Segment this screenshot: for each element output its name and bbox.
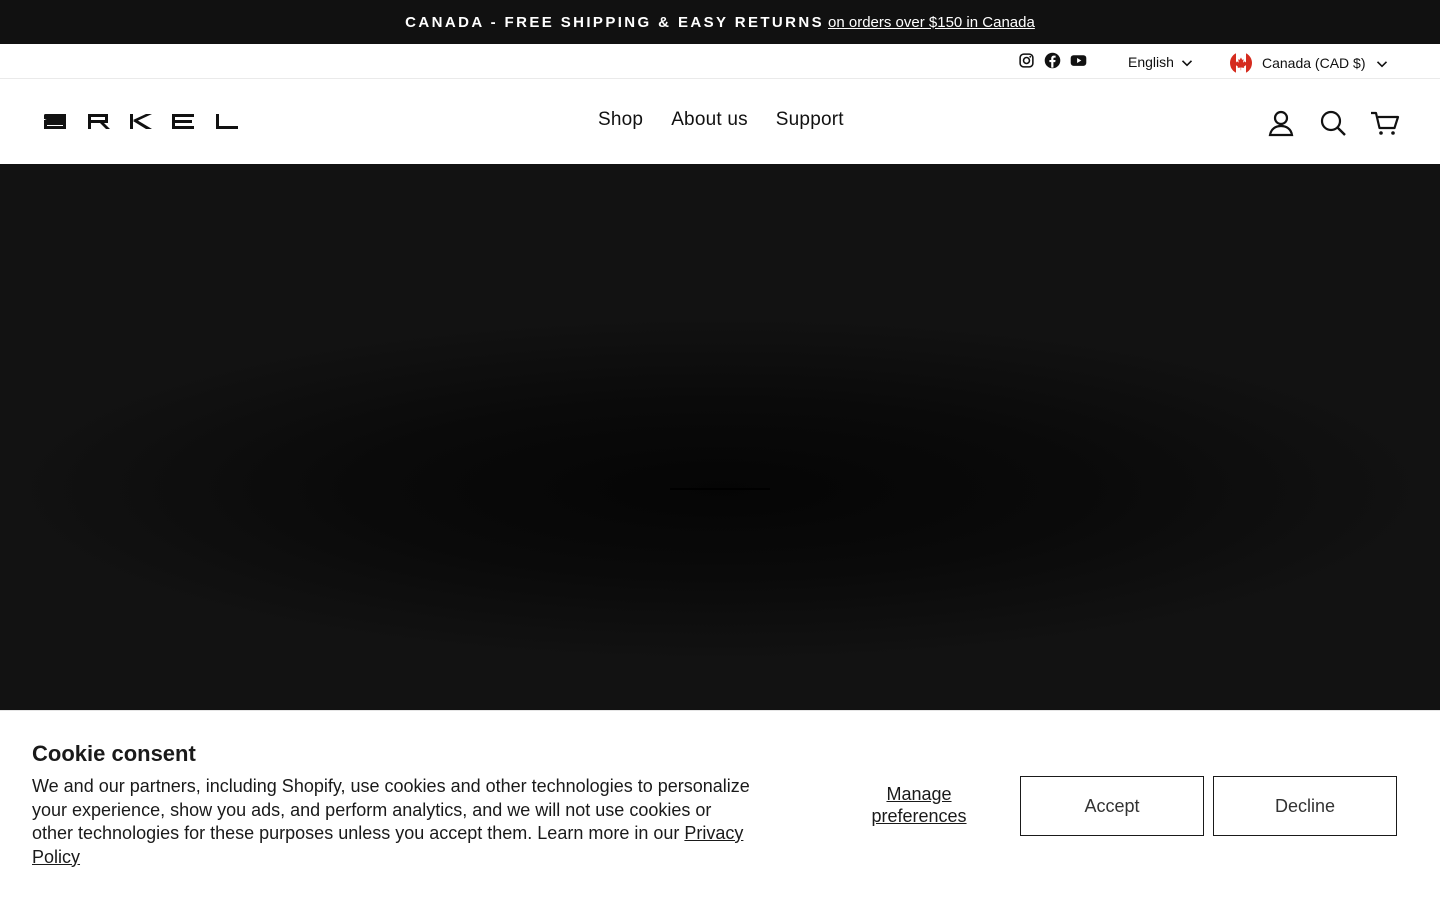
- search-icon[interactable]: [1318, 109, 1348, 137]
- account-icon[interactable]: [1266, 109, 1296, 137]
- announcement-headline: CANADA - FREE SHIPPING & EASY RETURNS: [405, 13, 825, 31]
- announcement-link[interactable]: on orders over $150 in Canada: [828, 14, 1035, 31]
- chevron-down-icon: [1376, 57, 1388, 69]
- instagram-icon[interactable]: [1018, 52, 1035, 69]
- accept-button[interactable]: Accept: [1020, 776, 1204, 836]
- arkel-logo[interactable]: [42, 111, 238, 131]
- decline-button[interactable]: Decline: [1213, 776, 1397, 836]
- main-nav: Shop About us Support: [584, 109, 858, 131]
- currency-label: Canada (CAD $): [1262, 55, 1366, 71]
- cart-icon[interactable]: [1370, 109, 1400, 137]
- language-selector[interactable]: English: [1128, 54, 1193, 70]
- manage-preferences-button[interactable]: Manage preferences: [849, 783, 989, 827]
- chevron-down-icon: [1181, 56, 1193, 68]
- utility-bar: English Canada (CAD $): [0, 44, 1440, 79]
- header-actions: [1266, 109, 1400, 137]
- site-header: Shop About us Support: [0, 79, 1440, 164]
- facebook-icon[interactable]: [1044, 52, 1061, 69]
- manage-preferences-line-2: preferences: [871, 806, 967, 826]
- language-label: English: [1128, 54, 1174, 70]
- cookie-title: Cookie consent: [32, 741, 196, 766]
- cookie-description: We and our partners, including Shopify, …: [32, 775, 752, 869]
- nav-item-support[interactable]: Support: [762, 109, 858, 131]
- nav-item-about-us[interactable]: About us: [657, 109, 762, 131]
- loading-indicator: [670, 488, 770, 490]
- hero-banner: [0, 164, 1440, 710]
- currency-selector[interactable]: Canada (CAD $): [1230, 52, 1388, 74]
- manage-preferences-line-1: Manage: [886, 784, 952, 804]
- social-links: [1018, 52, 1087, 69]
- cookie-body-text: We and our partners, including Shopify, …: [32, 776, 750, 843]
- nav-item-shop[interactable]: Shop: [584, 109, 657, 131]
- youtube-icon[interactable]: [1070, 52, 1087, 69]
- announcement-bar: CANADA - FREE SHIPPING & EASY RETURNS on…: [0, 0, 1440, 44]
- cookie-consent-banner: Cookie consent We and our partners, incl…: [0, 710, 1440, 900]
- canada-flag-icon: [1230, 52, 1252, 74]
